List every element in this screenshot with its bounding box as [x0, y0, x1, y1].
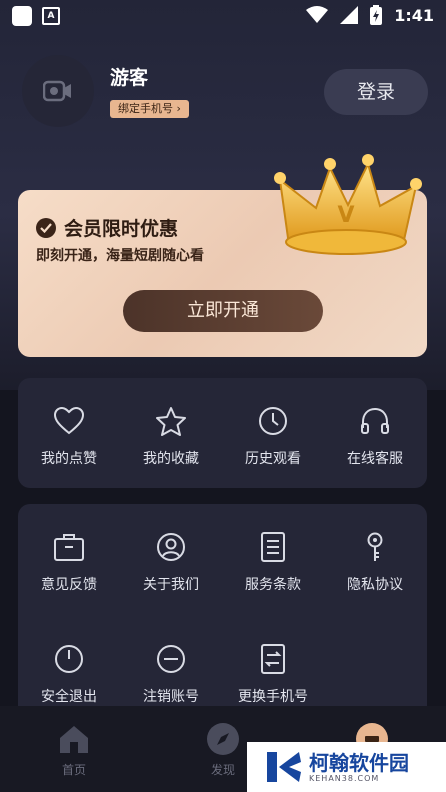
crown-icon: V — [274, 154, 422, 255]
quick-actions-panel: 我的点赞 我的收藏 历史观看 在线客服 — [18, 378, 427, 488]
delete-account-item[interactable]: 注销账号 — [120, 644, 222, 706]
privacy-item[interactable]: 隐私协议 — [324, 532, 426, 594]
clock-time: 1:41 — [394, 5, 434, 25]
bind-phone-button[interactable]: 绑定手机号 › — [110, 100, 189, 118]
support-item[interactable]: 在线客服 — [324, 406, 426, 468]
user-circle-icon — [157, 533, 185, 561]
terms-label: 服务条款 — [245, 577, 301, 593]
minus-circle-icon — [157, 645, 185, 673]
login-button[interactable]: 登录 — [324, 69, 428, 115]
watermark: 柯翰软件园 KEHAN38.COM — [247, 742, 446, 792]
heart-icon — [53, 406, 85, 435]
document-icon — [261, 532, 285, 562]
chevron-right-icon: › — [173, 102, 181, 115]
wifi-icon — [306, 6, 329, 23]
logout-label: 安全退出 — [41, 689, 97, 705]
about-item[interactable]: 关于我们 — [120, 532, 222, 594]
vip-subtitle: 即刻开通，海量短剧随心看 — [36, 248, 204, 264]
watermark-title: 柯翰软件园 — [309, 750, 409, 775]
bind-phone-label: 绑定手机号 — [118, 102, 173, 115]
favorites-item[interactable]: 我的收藏 — [120, 406, 222, 468]
vip-badge-icon — [36, 217, 56, 238]
privacy-label: 隐私协议 — [347, 577, 403, 593]
likes-label: 我的点赞 — [41, 451, 97, 467]
clock-icon — [259, 407, 287, 435]
status-bar: A 1:41 — [0, 0, 446, 32]
swap-document-icon — [261, 644, 285, 674]
star-icon — [156, 407, 186, 436]
notification-icon — [12, 6, 32, 26]
power-icon — [55, 645, 83, 673]
battery-icon — [370, 5, 383, 25]
feedback-item[interactable]: 意见反馈 — [18, 532, 120, 594]
signal-icon — [340, 6, 359, 24]
app-badge-icon: A — [42, 7, 60, 25]
nav-home-label: 首页 — [61, 763, 86, 777]
vip-title: 会员限时优惠 — [64, 218, 179, 240]
terms-item[interactable]: 服务条款 — [222, 532, 324, 594]
likes-item[interactable]: 我的点赞 — [18, 406, 120, 468]
feedback-label: 意见反馈 — [41, 577, 97, 593]
favorites-label: 我的收藏 — [143, 451, 199, 467]
compass-icon — [207, 723, 239, 755]
vip-title-row: 会员限时优惠 — [36, 214, 178, 241]
camera-icon — [43, 80, 71, 102]
crown-letter: V — [337, 203, 354, 228]
username: 游客 — [110, 67, 149, 89]
support-label: 在线客服 — [347, 451, 403, 467]
about-label: 关于我们 — [143, 577, 199, 593]
key-icon — [367, 532, 383, 561]
logout-item[interactable]: 安全退出 — [18, 644, 120, 706]
avatar[interactable] — [22, 55, 94, 127]
watermark-url: KEHAN38.COM — [309, 773, 380, 783]
nav-home[interactable]: 首页 — [34, 722, 114, 778]
history-label: 历史观看 — [245, 451, 301, 467]
headphones-icon — [361, 407, 389, 434]
k-logo-icon — [267, 752, 301, 782]
delete-account-label: 注销账号 — [143, 689, 199, 705]
vip-activate-button[interactable]: 立即开通 — [123, 290, 323, 332]
home-icon — [60, 726, 88, 753]
history-item[interactable]: 历史观看 — [222, 406, 324, 468]
change-phone-item[interactable]: 更换手机号 — [222, 644, 324, 706]
settings-panel: 意见反馈 关于我们 服务条款 隐私协议 安全退出 注销账号 更换手机号 — [18, 504, 427, 724]
briefcase-icon — [54, 534, 84, 561]
change-phone-label: 更换手机号 — [238, 689, 308, 705]
